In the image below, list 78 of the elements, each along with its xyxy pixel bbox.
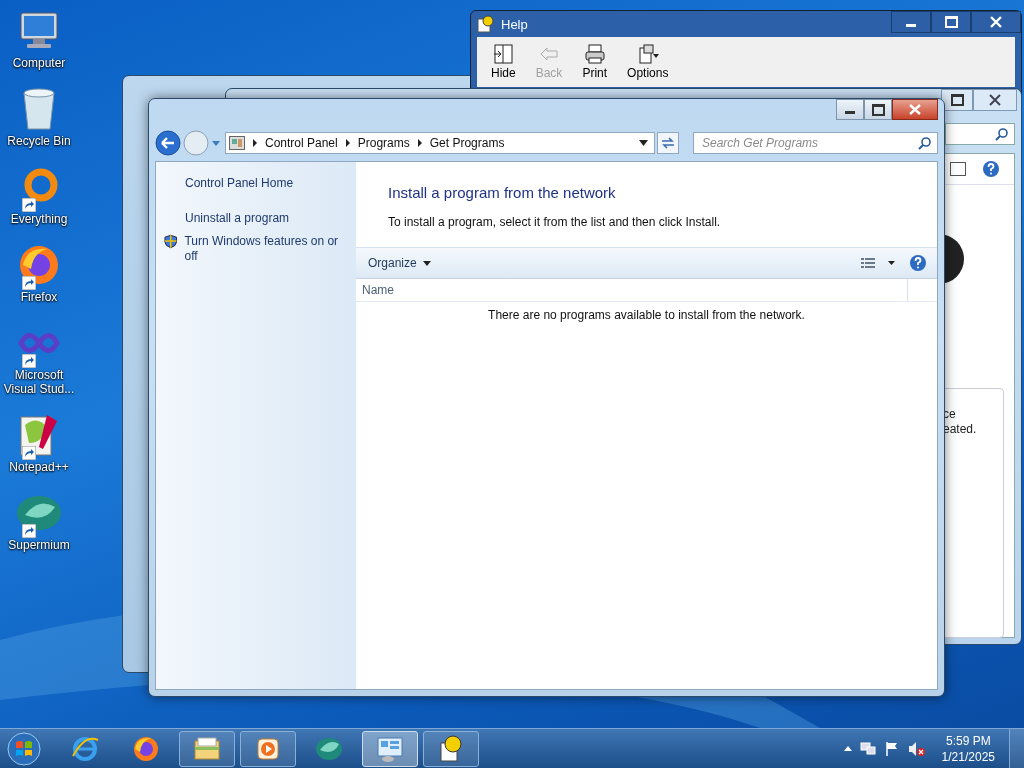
refresh-icon (660, 136, 676, 150)
firefox-icon[interactable] (17, 243, 61, 287)
sidebar-link[interactable]: Uninstall a program (185, 211, 290, 226)
maximize-icon (944, 16, 958, 28)
desktop-icon-label[interactable]: Computer (1, 56, 77, 70)
shield-icon (164, 234, 178, 249)
minimize-button[interactable] (891, 11, 931, 33)
window-title: Help (501, 16, 528, 32)
address-bar[interactable]: Control Panel Programs Get Programs (225, 132, 655, 154)
column-header[interactable]: Name (356, 279, 908, 301)
show-desktop-button[interactable] (1009, 728, 1024, 768)
page-heading: Install a program from the network (388, 184, 617, 201)
breadcrumb-arrow-icon[interactable] (416, 139, 423, 147)
maximize-button[interactable] (931, 11, 971, 33)
hide-icon (492, 44, 515, 64)
close-icon (990, 16, 1002, 28)
instruction-text: To install a program, select it from the list and then click Install. (388, 215, 722, 229)
close-icon (989, 94, 1001, 106)
flag-icon[interactable] (883, 740, 900, 757)
help-book-icon (477, 15, 495, 33)
print-icon (583, 44, 606, 64)
maximize-button[interactable] (864, 99, 892, 120)
help-taskbar-button[interactable] (423, 730, 479, 767)
clock-date[interactable]: 1/21/2025 (941, 748, 995, 765)
computer-icon[interactable] (17, 11, 61, 51)
pane-icon (950, 162, 966, 176)
close-icon (909, 104, 921, 115)
recycle-bin-icon[interactable] (21, 87, 57, 131)
dropdown-arrow-icon[interactable] (639, 140, 648, 146)
breadcrumb[interactable]: Programs (357, 136, 410, 150)
breadcrumb-arrow-icon[interactable] (252, 139, 258, 147)
maximize-button[interactable] (941, 89, 973, 111)
controlpanel-taskbar-button[interactable] (362, 730, 418, 767)
history-dropdown-icon[interactable] (211, 139, 221, 147)
breadcrumb[interactable]: Get Programs (429, 136, 505, 150)
start-button[interactable] (6, 730, 42, 767)
caret-icon (422, 260, 431, 266)
leaf-icon[interactable] (15, 493, 63, 533)
back-button[interactable] (155, 130, 181, 156)
desktop-icon-label[interactable]: Everything (1, 212, 77, 226)
empty-list-message: There are no programs available to install from the network. (487, 307, 806, 322)
desktop-icon-label[interactable]: Recycle Bin (1, 134, 77, 148)
close-button[interactable] (892, 99, 938, 120)
maximize-icon (871, 103, 885, 116)
sidebar-link[interactable]: Control Panel Home (185, 176, 294, 191)
options-button[interactable]: Options (621, 44, 675, 80)
explorer-taskbar-button[interactable] (179, 730, 235, 767)
organize-button[interactable]: Organize (362, 254, 437, 272)
media-taskbar-button[interactable] (240, 730, 296, 767)
minimize-icon (845, 111, 855, 114)
desktop-icon-label[interactable]: Notepad++ (1, 460, 77, 474)
refresh-button[interactable] (657, 132, 679, 154)
search-field[interactable]: Search Get Programs (693, 132, 938, 154)
muted-speaker-icon[interactable] (907, 740, 926, 757)
minimize-button[interactable] (836, 99, 864, 120)
close-button[interactable] (973, 89, 1017, 111)
desktop-icon-label[interactable]: Supermium (1, 538, 77, 552)
control-panel-icon (229, 136, 245, 150)
search-icon (995, 127, 1008, 141)
print-button[interactable]: Print (576, 44, 614, 80)
desktop-icon-label[interactable]: Microsoft Visual Stud... (1, 368, 77, 396)
clock-time[interactable]: 5:59 PM (945, 732, 991, 749)
help-icon[interactable] (982, 160, 1000, 178)
breadcrumb[interactable]: Control Panel (265, 136, 338, 150)
network-icon[interactable] (859, 740, 876, 757)
breadcrumb-arrow-icon[interactable] (344, 139, 351, 147)
options-icon (636, 44, 659, 64)
show-hidden-icons-icon[interactable] (843, 746, 852, 751)
help-icon[interactable] (909, 254, 927, 272)
view-options-icon[interactable] (861, 257, 895, 269)
search-field[interactable] (945, 123, 1015, 145)
sidebar-link[interactable]: Turn Windows features on or off (184, 234, 348, 264)
close-button[interactable] (971, 11, 1021, 33)
search-icon (918, 137, 931, 150)
desktop-icon-label[interactable]: Firefox (1, 290, 77, 304)
hide-button[interactable]: Hide (485, 44, 522, 80)
maximize-icon (950, 94, 964, 106)
minimize-icon (906, 23, 916, 27)
